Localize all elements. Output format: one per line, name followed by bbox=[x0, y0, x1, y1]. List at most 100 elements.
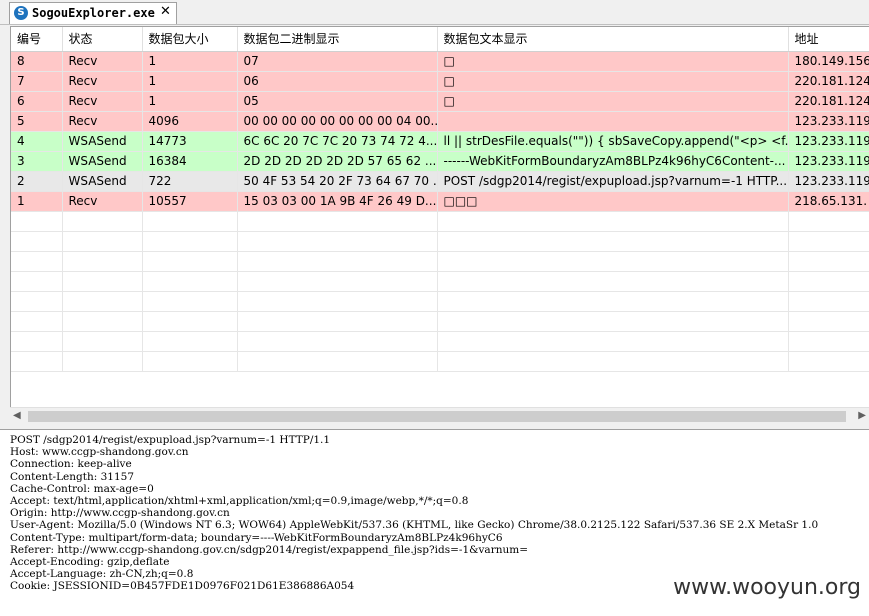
empty-cell bbox=[142, 251, 238, 272]
cell-binary: 06 bbox=[237, 71, 438, 92]
cell-size: 10557 bbox=[142, 191, 238, 212]
empty-cell bbox=[788, 251, 869, 272]
header-row: 编号 状态 数据包大小 数据包二进制显示 数据包文本显示 地址 bbox=[11, 27, 869, 52]
empty-cell bbox=[788, 231, 869, 252]
empty-cell bbox=[11, 351, 63, 372]
horizontal-scrollbar[interactable]: ◀ ▶ bbox=[10, 407, 869, 425]
empty-cell bbox=[62, 211, 143, 232]
empty-cell bbox=[142, 271, 238, 292]
detail-line: Referer: http://www.ccgp-shandong.gov.cn… bbox=[10, 543, 528, 556]
empty-cell bbox=[11, 311, 63, 332]
detail-line: Accept-Language: zh-CN,zh;q=0.8 bbox=[10, 568, 194, 581]
packet-list: 编号 状态 数据包大小 数据包二进制显示 数据包文本显示 地址 8 Recv 1 07… bbox=[10, 26, 869, 408]
empty-cell bbox=[142, 351, 238, 372]
cell-binary: 6C 6C 20 7C 7C 20 73 74 72 4... bbox=[237, 131, 438, 152]
table-row[interactable]: 1 Recv 10557 15 03 03 00 1A 9B 4F 26 49 D..… bbox=[11, 191, 869, 212]
empty-cell bbox=[62, 271, 143, 292]
cell-status: WSASend bbox=[62, 131, 143, 152]
detail-line: Host: www.ccgp-shandong.gov.cn bbox=[10, 446, 189, 459]
cell-address: 218.65.131. bbox=[788, 191, 869, 212]
cell-status: Recv bbox=[62, 191, 143, 212]
empty-cell bbox=[437, 331, 789, 352]
empty-cell bbox=[437, 251, 789, 272]
cell-id: 3 bbox=[11, 151, 63, 172]
empty-cell bbox=[11, 291, 63, 312]
empty-cell bbox=[237, 291, 438, 312]
cell-size: 1 bbox=[142, 71, 238, 92]
detail-line: Origin: http://www.ccgp-shandong.gov.cn bbox=[10, 507, 230, 520]
cell-address: 220.181.124 bbox=[788, 91, 869, 112]
empty-cell bbox=[437, 211, 789, 232]
empty-cell bbox=[142, 331, 238, 352]
empty-row bbox=[11, 291, 869, 312]
empty-cell bbox=[237, 271, 438, 292]
empty-cell bbox=[142, 211, 238, 232]
cell-text: □ bbox=[437, 51, 789, 72]
empty-cell bbox=[437, 311, 789, 332]
cell-text: □ bbox=[437, 71, 789, 92]
empty-cell bbox=[142, 311, 238, 332]
cell-binary: 50 4F 53 54 20 2F 73 64 67 70 ... bbox=[237, 171, 438, 192]
detail-line: Connection: keep-alive bbox=[10, 458, 132, 471]
tab-sogouexplorer[interactable]: S SogouExplorer.exe ✕ bbox=[9, 2, 177, 24]
empty-cell bbox=[237, 311, 438, 332]
cell-id: 2 bbox=[11, 171, 63, 192]
table-row[interactable]: 7 Recv 1 06 □ 220.181.124 bbox=[11, 71, 869, 92]
cell-status: Recv bbox=[62, 111, 143, 132]
empty-cell bbox=[437, 231, 789, 252]
empty-cell bbox=[237, 231, 438, 252]
empty-cell bbox=[62, 231, 143, 252]
tab-label: SogouExplorer.exe bbox=[32, 6, 155, 20]
scroll-right-arrow-icon[interactable]: ▶ bbox=[858, 410, 866, 421]
col-header-text[interactable]: 数据包文本显示 bbox=[437, 27, 789, 52]
cell-binary: 07 bbox=[237, 51, 438, 72]
scroll-left-arrow-icon[interactable]: ◀ bbox=[13, 410, 21, 421]
cell-binary: 15 03 03 00 1A 9B 4F 26 49 D... bbox=[237, 191, 438, 212]
table-row[interactable]: 6 Recv 1 05 □ 220.181.124 bbox=[11, 91, 869, 112]
cell-size: 14773 bbox=[142, 131, 238, 152]
empty-cell bbox=[788, 351, 869, 372]
tab-bar: S SogouExplorer.exe ✕ bbox=[0, 0, 869, 25]
cell-address: 123.233.119 bbox=[788, 171, 869, 192]
empty-cell bbox=[237, 331, 438, 352]
table-row[interactable]: 5 Recv 4096 00 00 00 00 00 00 00 00 04 00..… bbox=[11, 111, 869, 132]
col-header-id[interactable]: 编号 bbox=[11, 27, 63, 52]
cell-address: 123.233.119 bbox=[788, 111, 869, 132]
detail-line: Accept-Encoding: gzip,deflate bbox=[10, 556, 170, 568]
cell-text: ------WebKitFormBoundaryzAm8BLPz4k96hyC6… bbox=[437, 151, 789, 172]
empty-cell bbox=[62, 251, 143, 272]
table-row[interactable]: 2 WSASend 722 50 4F 53 54 20 2F 73 64 67 70… bbox=[11, 171, 869, 192]
empty-cell bbox=[437, 351, 789, 372]
empty-cell bbox=[11, 251, 63, 272]
detail-line: Cache-Control: max-age=0 bbox=[10, 482, 154, 495]
cell-address: 123.233.119 bbox=[788, 131, 869, 152]
cell-id: 8 bbox=[11, 51, 63, 72]
cell-id: 1 bbox=[11, 191, 63, 212]
table-row[interactable]: 3 WSASend 16384 2D 2D 2D 2D 2D 2D 57 65 62 … bbox=[11, 151, 869, 172]
close-icon[interactable]: ✕ bbox=[160, 4, 171, 19]
empty-cell bbox=[62, 351, 143, 372]
empty-cell bbox=[788, 331, 869, 352]
cell-status: WSASend bbox=[62, 151, 143, 172]
empty-cell bbox=[788, 211, 869, 232]
empty-cell bbox=[11, 331, 63, 352]
col-header-address[interactable]: 地址 bbox=[788, 27, 869, 52]
empty-cell bbox=[437, 291, 789, 312]
table-row[interactable]: 8 Recv 1 07 □ 180.149.156 bbox=[11, 51, 869, 72]
cell-id: 7 bbox=[11, 71, 63, 92]
col-header-size[interactable]: 数据包大小 bbox=[142, 27, 238, 52]
scroll-thumb[interactable] bbox=[28, 411, 846, 422]
cell-address: 180.149.156 bbox=[788, 51, 869, 72]
col-header-binary[interactable]: 数据包二进制显示 bbox=[237, 27, 438, 52]
empty-cell bbox=[237, 211, 438, 232]
cell-text: □□□ bbox=[437, 191, 789, 212]
cell-status: Recv bbox=[62, 91, 143, 112]
detail-line: POST /sdgp2014/regist/expupload.jsp?varn… bbox=[10, 434, 331, 446]
empty-cell bbox=[142, 231, 238, 252]
empty-row bbox=[11, 271, 869, 292]
table-row[interactable]: 4 WSASend 14773 6C 6C 20 7C 7C 20 73 74 72 … bbox=[11, 131, 869, 152]
cell-binary: 2D 2D 2D 2D 2D 2D 57 65 62 ... bbox=[237, 151, 438, 172]
cell-size: 1 bbox=[142, 91, 238, 112]
col-header-status[interactable]: 状态 bbox=[62, 27, 143, 52]
empty-cell bbox=[788, 311, 869, 332]
